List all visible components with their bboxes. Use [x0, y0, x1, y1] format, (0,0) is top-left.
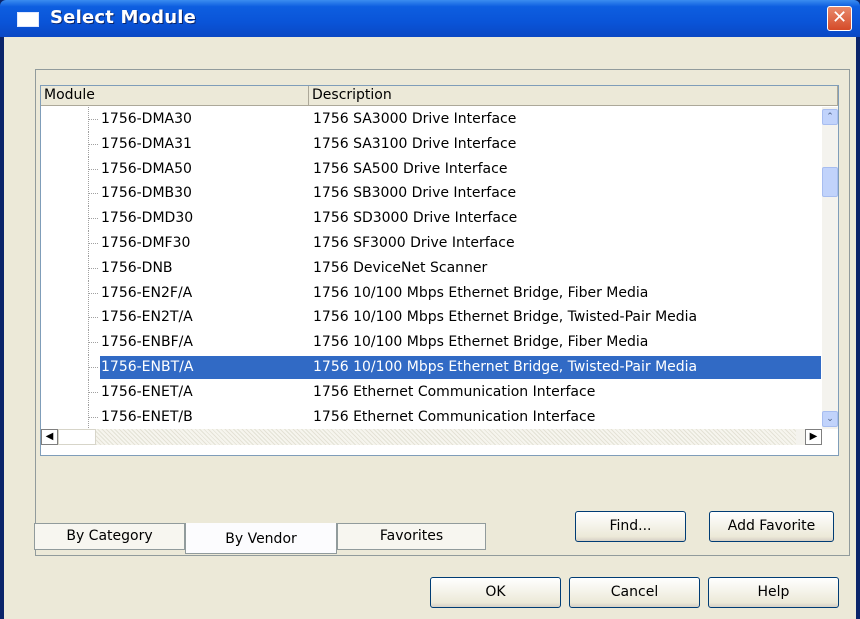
- description-cell: 1756 SA3100 Drive Interface: [313, 135, 517, 152]
- table-row[interactable]: 1756-EN2F/A 1756 10/100 Mbps Ethernet Bri…: [41, 280, 822, 306]
- list-rows: 1756-DMA30 1756 SA3000 Drive Interface 175…: [41, 107, 822, 429]
- module-cell: 1756-EN2F/A: [101, 284, 193, 301]
- description-cell: 1756 10/100 Mbps Ethernet Bridge, Fiber …: [313, 334, 649, 351]
- title-bar[interactable]: Select Module ✕: [0, 0, 860, 37]
- horizontal-scroll-track: [96, 429, 796, 445]
- module-cell: 1756-ENBT/A: [101, 359, 194, 375]
- table-row[interactable]: 1756-DMA30 1756 SA3000 Drive Interface: [41, 107, 822, 132]
- module-cell: 1756-EN2T/A: [101, 309, 193, 326]
- module-cell: 1756-ENET/A: [101, 383, 193, 400]
- vertical-scrollbar[interactable]: ⌃ ⌄: [822, 107, 838, 429]
- list-header: Module Description: [41, 86, 838, 106]
- tree-connector: [89, 342, 98, 344]
- vertical-scroll-thumb[interactable]: [822, 167, 838, 197]
- table-row[interactable]: 1756-ENBF/A 1756 10/100 Mbps Ethernet Bri…: [41, 330, 822, 356]
- module-cell: 1756-ENET/B: [101, 408, 193, 425]
- table-row[interactable]: 1756-DMD30 1756 SD3000 Drive Interface: [41, 206, 822, 232]
- module-cell: 1756-DNB: [101, 259, 173, 276]
- module-cell: 1756-DMA31: [101, 135, 192, 152]
- tree-connector: [89, 391, 98, 393]
- description-cell: 1756 DeviceNet Scanner: [313, 259, 488, 276]
- table-row[interactable]: 1756-ENET/B 1756 Ethernet Communication I…: [41, 404, 822, 429]
- description-cell: 1756 SB3000 Drive Interface: [313, 185, 517, 202]
- description-cell: 1756 SF3000 Drive Interface: [313, 235, 515, 251]
- module-list[interactable]: Module Description 1756-DMA30 1756 SA3000…: [40, 85, 839, 456]
- tree-connector: [89, 168, 98, 170]
- scroll-right-icon[interactable]: ▶: [805, 429, 822, 445]
- tab-favorites[interactable]: Favorites: [337, 523, 486, 550]
- ok-button[interactable]: OK: [430, 577, 561, 608]
- tree-connector: [89, 119, 98, 120]
- horizontal-scroll-thumb[interactable]: [58, 429, 96, 445]
- close-button[interactable]: ✕: [827, 6, 852, 31]
- module-cell: 1756-DMA50: [101, 160, 192, 177]
- module-cell: 1756-ENBF/A: [101, 334, 193, 351]
- window-title: Select Module: [50, 7, 197, 28]
- table-row[interactable]: 1756-DMF30 1756 SF3000 Drive Interface: [41, 231, 822, 256]
- tree-connector: [89, 292, 98, 294]
- dialog-client-area: Module Description 1756-DMA30 1756 SA3000…: [4, 37, 856, 619]
- help-button[interactable]: Help: [708, 577, 839, 608]
- table-row[interactable]: 1756-DMA31 1756 SA3100 Drive Interface: [41, 131, 822, 157]
- find-button[interactable]: Find...: [575, 511, 686, 542]
- window-icon: [17, 12, 39, 27]
- description-cell: 1756 SA3000 Drive Interface: [313, 111, 517, 127]
- add-favorite-button[interactable]: Add Favorite: [709, 511, 834, 542]
- scroll-up-icon[interactable]: ⌃: [822, 109, 838, 125]
- tree-connector: [89, 317, 98, 319]
- description-cell: 1756 Ethernet Communication Interface: [313, 383, 596, 400]
- scroll-down-icon[interactable]: ⌄: [822, 411, 838, 427]
- select-module-window: Select Module ✕ Module Description 1756-…: [0, 0, 860, 619]
- tree-connector: [89, 143, 98, 145]
- description-cell: 1756 10/100 Mbps Ethernet Bridge, Fiber …: [313, 284, 649, 301]
- module-cell: 1756-DMB30: [101, 185, 192, 202]
- table-row[interactable]: 1756-EN2T/A 1756 10/100 Mbps Ethernet Bri…: [41, 305, 822, 331]
- module-cell: 1756-DMD30: [101, 210, 194, 227]
- description-cell: 1756 Ethernet Communication Interface: [313, 408, 596, 425]
- description-cell: 1756 10/100 Mbps Ethernet Bridge, Twiste…: [313, 359, 698, 375]
- tree-connector: [89, 218, 98, 220]
- scroll-left-icon[interactable]: ◀: [41, 429, 58, 445]
- horizontal-scrollbar[interactable]: ◀ ▶: [41, 429, 822, 445]
- cancel-button[interactable]: Cancel: [569, 577, 700, 608]
- module-panel: Module Description 1756-DMA30 1756 SA3000…: [35, 69, 850, 556]
- table-row[interactable]: 1756-ENBT/A 1756 10/100 Mbps Ethernet Bri…: [41, 355, 822, 380]
- description-cell: 1756 SD3000 Drive Interface: [313, 210, 518, 227]
- tree-connector: [89, 243, 98, 244]
- tree-connector: [89, 267, 98, 269]
- tree-connector: [89, 193, 98, 195]
- table-row[interactable]: 1756-DMB30 1756 SB3000 Drive Interface: [41, 181, 822, 207]
- column-header-module[interactable]: Module: [41, 86, 309, 106]
- table-row[interactable]: 1756-DMA50 1756 SA500 Drive Interface: [41, 156, 822, 182]
- column-header-description[interactable]: Description: [309, 86, 838, 106]
- module-cell: 1756-DMA30: [101, 111, 192, 127]
- tree-connector: [89, 416, 98, 418]
- description-cell: 1756 SA500 Drive Interface: [313, 160, 508, 177]
- table-row[interactable]: 1756-ENET/A 1756 Ethernet Communication I…: [41, 379, 822, 405]
- tab-by-vendor[interactable]: By Vendor: [185, 523, 337, 554]
- module-cell: 1756-DMF30: [101, 235, 191, 251]
- description-cell: 1756 10/100 Mbps Ethernet Bridge, Twiste…: [313, 309, 698, 326]
- tab-by-category[interactable]: By Category: [34, 523, 185, 550]
- table-row[interactable]: 1756-DNB 1756 DeviceNet Scanner: [41, 255, 822, 281]
- close-icon: ✕: [831, 7, 848, 28]
- tree-connector: [89, 367, 98, 368]
